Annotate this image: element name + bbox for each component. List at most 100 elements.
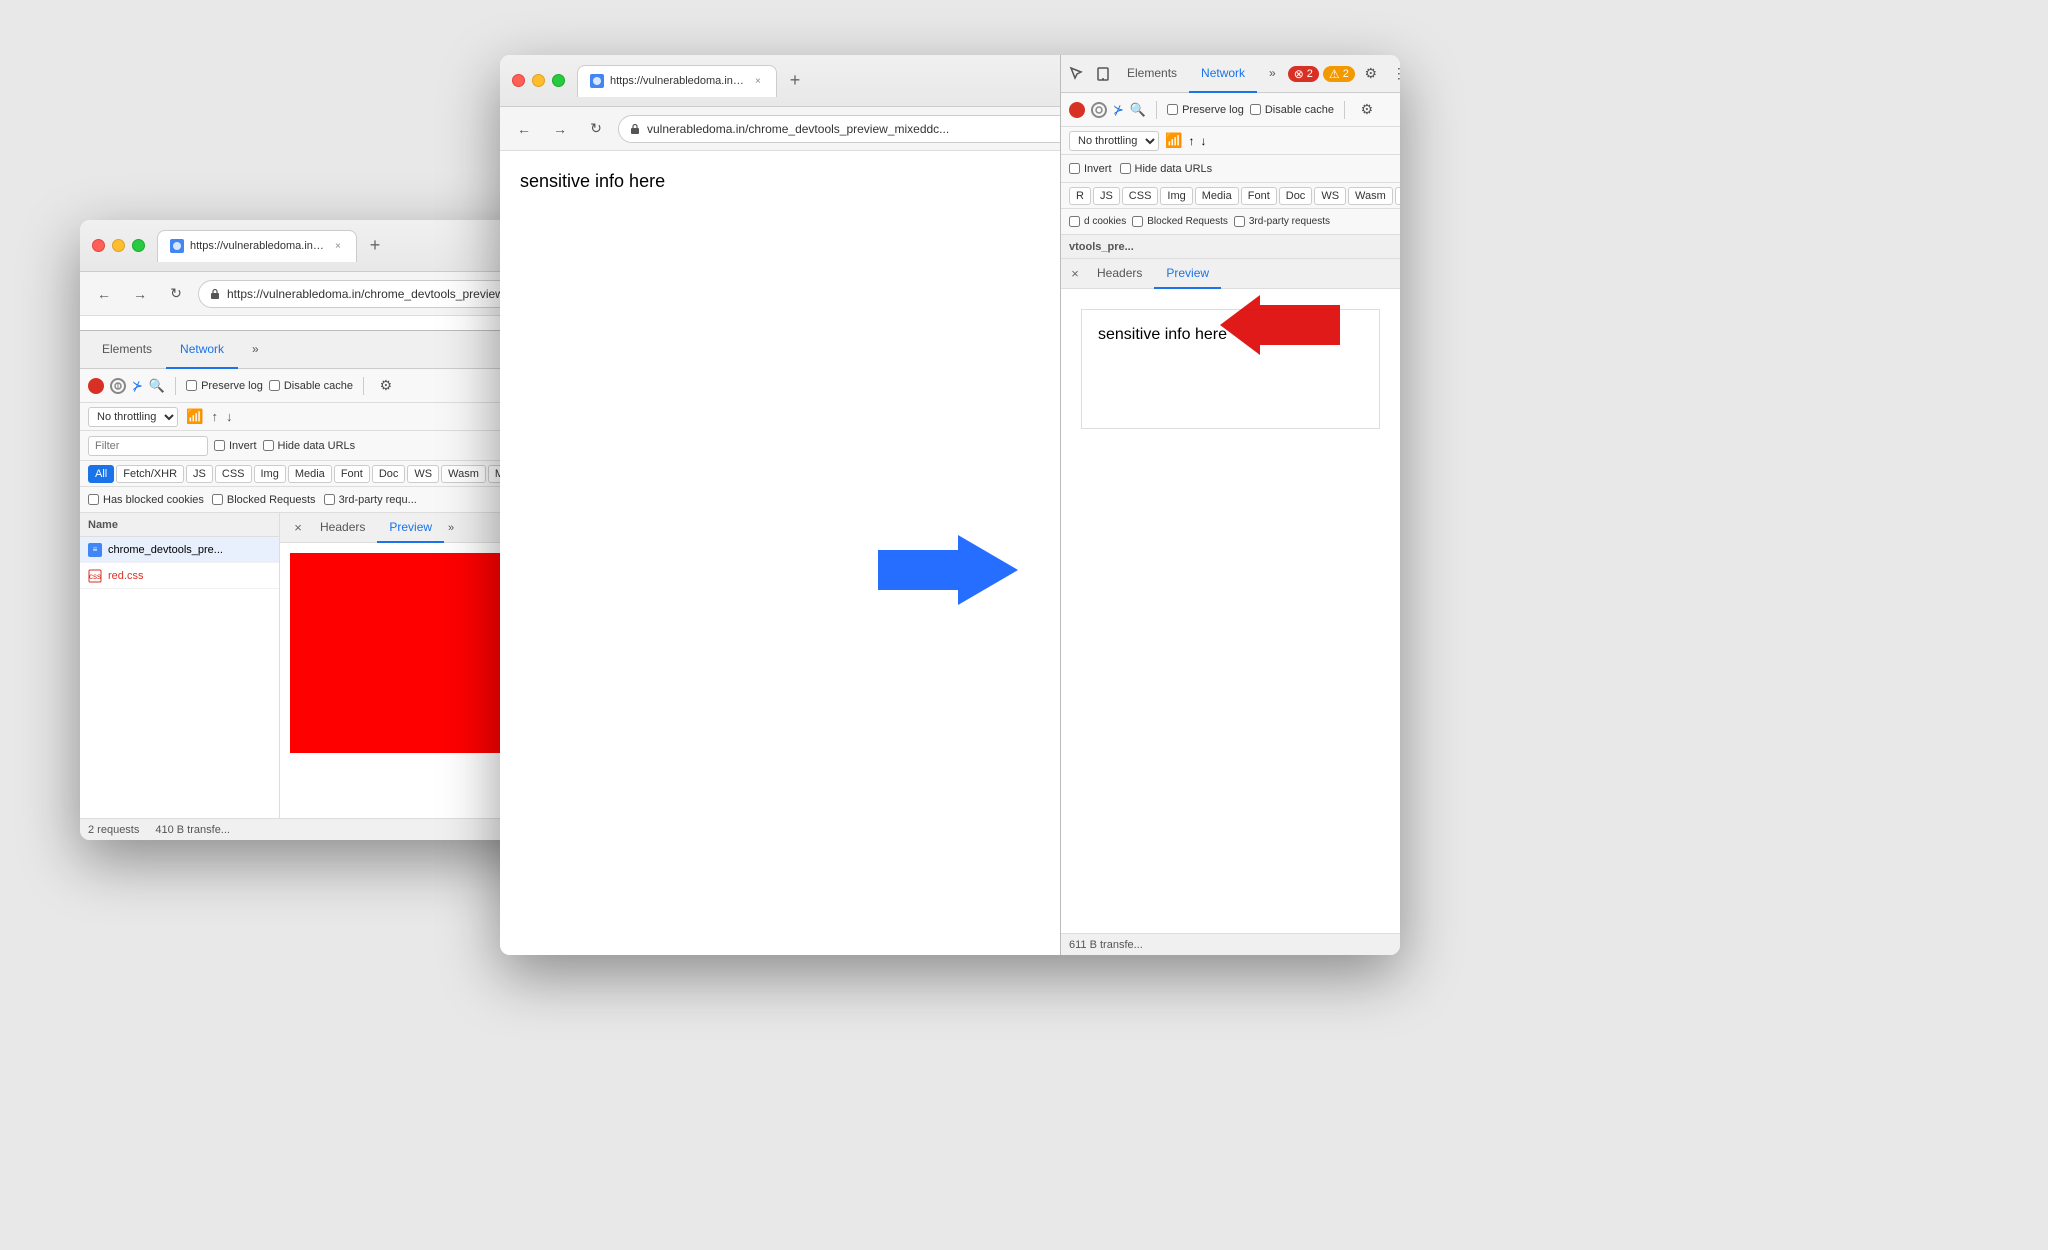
back-filter-tag-wasm[interactable]: Wasm [441, 465, 486, 483]
back-preview-close-icon[interactable]: × [288, 518, 308, 538]
front-minimize-button[interactable] [532, 74, 545, 87]
front-invert-input[interactable] [1069, 163, 1080, 174]
front-devtools-tab-more[interactable]: » [1257, 55, 1288, 93]
back-devtools-tab-elements[interactable]: Elements [88, 331, 166, 369]
back-button[interactable]: ← [90, 280, 118, 308]
front-record-button[interactable] [1069, 102, 1085, 118]
back-filter-tag-all[interactable]: All [88, 465, 114, 483]
front-preserve-log-input[interactable] [1167, 104, 1178, 115]
back-third-party-input[interactable] [324, 494, 335, 505]
front-filter-tag-js[interactable]: JS [1093, 187, 1120, 205]
front-filter-tag-manife[interactable]: Manife... [1395, 187, 1400, 205]
back-blocked-cookies-checkbox[interactable]: Has blocked cookies [88, 494, 204, 506]
front-maximize-button[interactable] [552, 74, 565, 87]
front-reload-button[interactable]: ↻ [582, 115, 610, 143]
back-stop-button[interactable] [110, 378, 126, 394]
front-req-close-icon[interactable]: × [1065, 264, 1085, 284]
front-devtools-settings2-icon[interactable]: ⚙ [1355, 98, 1379, 122]
front-filter-tag-wasm[interactable]: Wasm [1348, 187, 1393, 205]
front-req-tab-preview[interactable]: Preview [1154, 259, 1221, 289]
forward-button[interactable]: → [126, 280, 154, 308]
front-device-icon[interactable] [1091, 62, 1115, 86]
back-filter-tag-font[interactable]: Font [334, 465, 370, 483]
back-preview-tab-preview[interactable]: Preview [377, 513, 444, 543]
back-third-party-checkbox[interactable]: 3rd-party requ... [324, 494, 417, 506]
front-d-cookies-input[interactable] [1069, 216, 1080, 227]
back-search-icon[interactable]: 🔍 [149, 378, 165, 394]
front-network-panel: ⊁ 🔍 Preserve log Disable cache ⚙ [1061, 93, 1400, 955]
back-network-item-2[interactable]: css red.css [80, 563, 279, 589]
back-blocked-requests-checkbox[interactable]: Blocked Requests [212, 494, 316, 506]
front-active-tab[interactable]: https://vulnerabledoma.in/chro... × [577, 65, 777, 97]
back-throttle-select[interactable]: No throttling [88, 407, 178, 427]
back-filter-input[interactable] [88, 436, 208, 456]
back-blocked-cookies-input[interactable] [88, 494, 99, 505]
front-new-tab-button[interactable]: + [781, 67, 809, 95]
reload-button[interactable]: ↻ [162, 280, 190, 308]
back-disable-cache-input[interactable] [269, 380, 280, 391]
front-forward-button[interactable]: → [546, 115, 574, 143]
front-filter-tag-img[interactable]: Img [1160, 187, 1192, 205]
back-tab-close-button[interactable]: × [332, 239, 344, 253]
back-preview-tab-headers[interactable]: Headers [308, 513, 377, 543]
front-req-tab-headers[interactable]: Headers [1085, 259, 1154, 289]
back-hide-data-urls-checkbox[interactable]: Hide data URLs [263, 440, 356, 452]
front-third-party-checkbox[interactable]: 3rd-party requests [1234, 216, 1330, 227]
back-filter-tag-img[interactable]: Img [254, 465, 286, 483]
back-devtools-settings2-icon[interactable]: ⚙ [374, 374, 398, 398]
front-hide-data-checkbox[interactable]: Hide data URLs [1120, 163, 1213, 175]
front-devtools-tab-network[interactable]: Network [1189, 55, 1257, 93]
front-filter-tag-media[interactable]: Media [1195, 187, 1239, 205]
back-blocked-requests-input[interactable] [212, 494, 223, 505]
back-disable-cache-checkbox[interactable]: Disable cache [269, 380, 353, 392]
front-invert-checkbox[interactable]: Invert [1069, 163, 1112, 175]
front-filter-icon[interactable]: ⊁ [1113, 102, 1124, 118]
back-preserve-log-input[interactable] [186, 380, 197, 391]
front-d-cookies-checkbox[interactable]: d cookies [1069, 216, 1126, 227]
back-devtools-tab-network[interactable]: Network [166, 331, 238, 369]
back-minimize-button[interactable] [112, 239, 125, 252]
back-filter-tag-media[interactable]: Media [288, 465, 332, 483]
front-disable-cache-checkbox[interactable]: Disable cache [1250, 104, 1334, 116]
back-filter-icon[interactable]: ⊁ [132, 378, 143, 394]
back-sep1 [175, 377, 176, 395]
back-network-item-1[interactable]: ≡ chrome_devtools_pre... [80, 537, 279, 563]
front-filter-tag-r[interactable]: R [1069, 187, 1091, 205]
back-filter-tag-ws[interactable]: WS [407, 465, 439, 483]
back-devtools-tab-more[interactable]: » [238, 331, 273, 369]
front-filter-tag-font[interactable]: Font [1241, 187, 1277, 205]
back-filter-tag-fetch[interactable]: Fetch/XHR [116, 465, 184, 483]
front-throttle-select[interactable]: No throttling [1069, 131, 1159, 151]
front-filter-tag-css[interactable]: CSS [1122, 187, 1159, 205]
back-filter-tag-css[interactable]: CSS [215, 465, 252, 483]
back-invert-input[interactable] [214, 440, 225, 451]
back-new-tab-button[interactable]: + [361, 232, 389, 260]
back-filter-tag-doc[interactable]: Doc [372, 465, 406, 483]
front-search-icon[interactable]: 🔍 [1130, 102, 1146, 118]
back-hide-data-urls-input[interactable] [263, 440, 274, 451]
front-stop-button[interactable] [1091, 102, 1107, 118]
back-invert-checkbox[interactable]: Invert [214, 440, 257, 452]
front-filter-tag-ws[interactable]: WS [1314, 187, 1346, 205]
front-inspect-icon[interactable] [1065, 62, 1089, 86]
front-blocked-req-checkbox[interactable]: Blocked Requests [1132, 216, 1228, 227]
front-tab-close-button[interactable]: × [752, 74, 764, 88]
front-third-party-input[interactable] [1234, 216, 1245, 227]
front-devtools-more-icon[interactable]: ⋮ [1387, 62, 1400, 86]
back-active-tab[interactable]: https://vulnerabledoma.in/chro... × [157, 230, 357, 262]
front-disable-cache-input[interactable] [1250, 104, 1261, 115]
front-devtools-settings-icon[interactable]: ⚙ [1359, 62, 1383, 86]
back-maximize-button[interactable] [132, 239, 145, 252]
back-filter-tag-js[interactable]: JS [186, 465, 213, 483]
front-blocked-req-input[interactable] [1132, 216, 1143, 227]
front-hide-data-input[interactable] [1120, 163, 1131, 174]
front-preserve-log-checkbox[interactable]: Preserve log [1167, 104, 1244, 116]
front-back-button[interactable]: ← [510, 115, 538, 143]
front-devtools-tab-elements[interactable]: Elements [1115, 55, 1189, 93]
back-preserve-log-checkbox[interactable]: Preserve log [186, 380, 263, 392]
front-filter-tag-doc[interactable]: Doc [1279, 187, 1313, 205]
back-preview-tab-more[interactable]: » [444, 520, 458, 536]
back-record-button[interactable] [88, 378, 104, 394]
front-close-button[interactable] [512, 74, 525, 87]
back-close-button[interactable] [92, 239, 105, 252]
